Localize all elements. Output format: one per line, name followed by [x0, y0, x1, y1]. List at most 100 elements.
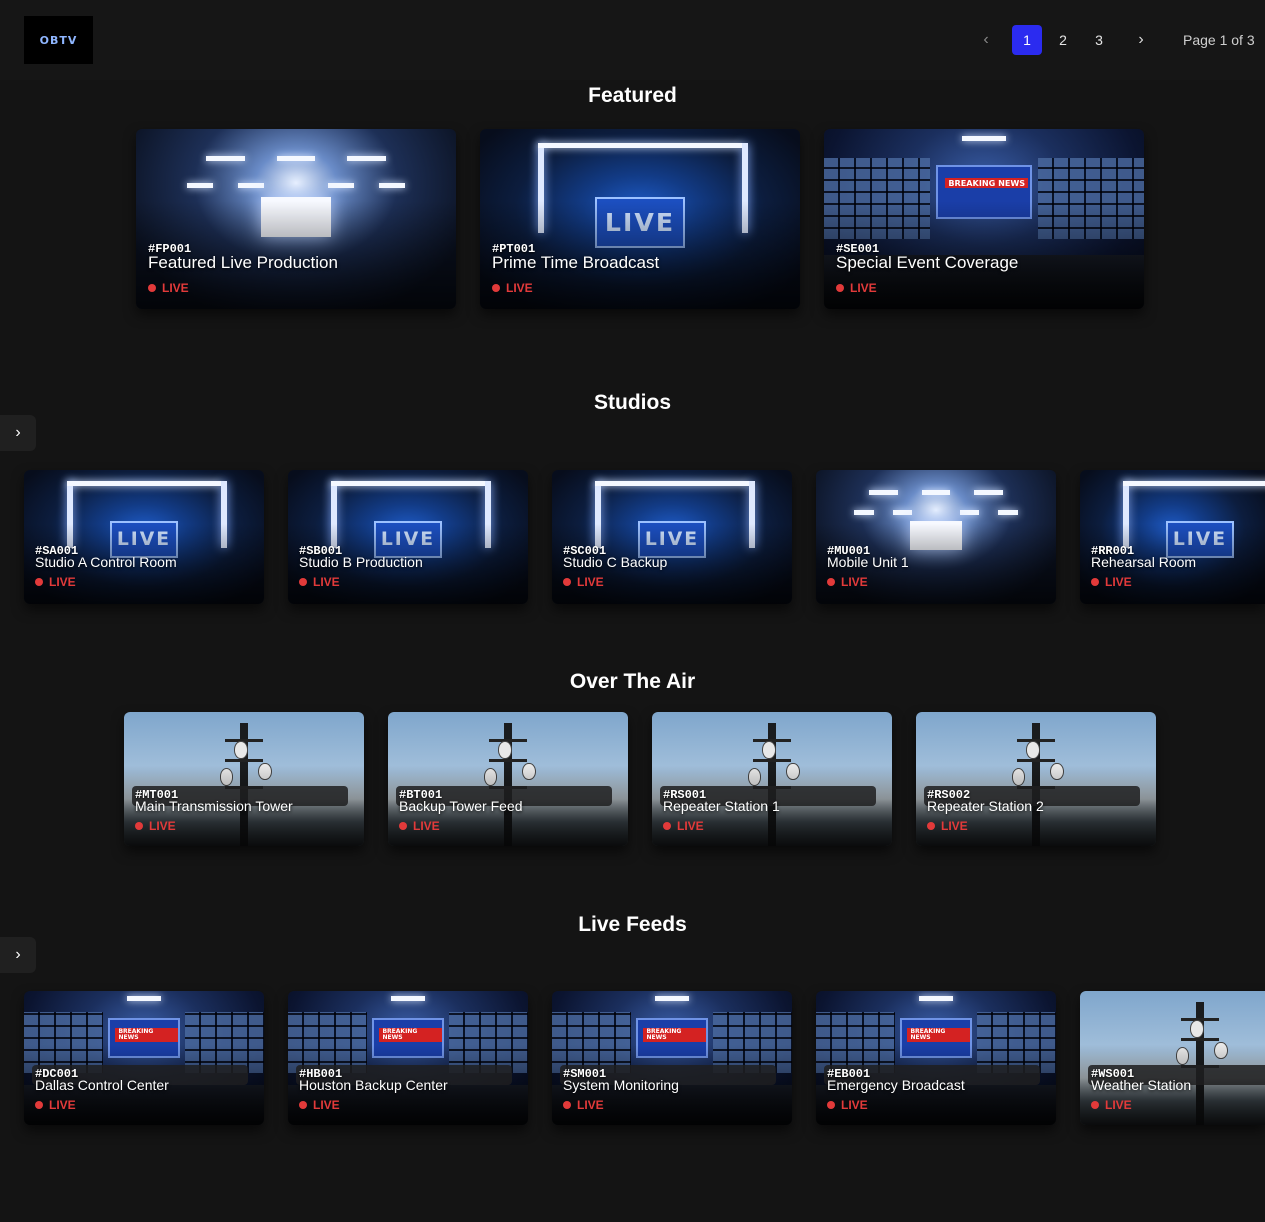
chevron-right-icon: › [15, 946, 21, 963]
live-status: LIVE [299, 1098, 340, 1112]
stream-card[interactable]: BREAKING NEWS#SM001System MonitoringLIVE [552, 991, 792, 1125]
live-dot-icon [663, 821, 671, 830]
live-feeds-scroll-button[interactable]: › [0, 937, 36, 973]
live-dot-icon [827, 1100, 835, 1109]
live-label: LIVE [162, 281, 189, 295]
next-page-button[interactable]: › [1126, 25, 1156, 55]
live-status: LIVE [35, 575, 76, 589]
live-label: LIVE [49, 1097, 76, 1112]
stream-card[interactable]: #BT001 Backup Tower Feed LIVE [388, 712, 628, 846]
page-status: Page 1 of 3 [1183, 32, 1255, 48]
live-label: LIVE [413, 818, 440, 833]
live-label: LIVE [313, 574, 340, 589]
prev-page-button[interactable]: ‹ [971, 25, 1001, 55]
live-status: LIVE [399, 819, 440, 833]
live-label: LIVE [677, 818, 704, 833]
live-label: LIVE [1105, 574, 1132, 589]
live-status: LIVE [827, 1098, 868, 1112]
stream-name: Emergency Broadcast [827, 1076, 965, 1093]
stream-name: Mobile Unit 1 [827, 553, 909, 570]
logo-text: OBTV [39, 33, 78, 47]
stream-name: Houston Backup Center [299, 1076, 448, 1093]
section-title-live-feeds: Live Feeds [578, 913, 687, 936]
stream-card[interactable]: LIVE#SA001Studio A Control RoomLIVE [24, 470, 264, 604]
stream-card[interactable]: LIVE#SB001Studio B ProductionLIVE [288, 470, 528, 604]
live-label: LIVE [49, 574, 76, 589]
stream-name: Special Event Coverage [836, 253, 1019, 272]
live-label: LIVE [506, 281, 533, 295]
section-title-featured: Featured [588, 84, 677, 107]
live-label: LIVE [577, 1097, 604, 1112]
live-status: LIVE [1091, 1098, 1132, 1112]
live-status: LIVE [148, 281, 189, 295]
live-status: LIVE [492, 281, 533, 295]
live-dot-icon [563, 1100, 571, 1109]
stream-card[interactable]: BREAKING NEWS#SE001Special Event Coverag… [824, 129, 1144, 309]
stream-card[interactable]: BREAKING NEWS#HB001Houston Backup Center… [288, 991, 528, 1125]
live-label: LIVE [1105, 1097, 1132, 1112]
stream-card[interactable]: #FP001 Featured Live Production LIVE [136, 129, 456, 309]
live-dot-icon [35, 577, 43, 586]
live-dot-icon [299, 1100, 307, 1109]
live-status: LIVE [135, 819, 176, 833]
live-dot-icon [836, 284, 844, 292]
live-dot-icon [492, 284, 500, 292]
chevron-left-icon: ‹ [983, 31, 989, 48]
live-label: LIVE [941, 818, 968, 833]
live-status: LIVE [927, 819, 968, 833]
stream-name: Rehearsal Room [1091, 553, 1197, 570]
live-status: LIVE [836, 281, 877, 295]
stream-name: Studio A Control Room [35, 553, 177, 570]
live-dot-icon [1091, 1100, 1099, 1109]
live-dot-icon [827, 577, 835, 586]
live-dot-icon [35, 1100, 43, 1109]
stream-name: Main Transmission Tower [135, 797, 293, 814]
live-status: LIVE [563, 1098, 604, 1112]
page-button-1[interactable]: 1 [1012, 25, 1042, 55]
stream-name: Studio B Production [299, 553, 423, 570]
stream-card[interactable]: #MU001 Mobile Unit 1 LIVE [816, 470, 1056, 604]
page-button-3[interactable]: 3 [1084, 25, 1114, 55]
stream-card[interactable]: #MT001 Main Transmission Tower LIVE [124, 712, 364, 846]
page-button-2[interactable]: 2 [1048, 25, 1078, 55]
stream-card[interactable]: LIVE#RR001Rehearsal RoomLIVE [1080, 470, 1265, 604]
stream-card[interactable]: #RS002 Repeater Station 2 LIVE [916, 712, 1156, 846]
stream-name: Backup Tower Feed [399, 797, 523, 814]
live-label: LIVE [841, 574, 868, 589]
logo[interactable]: OBTV [24, 16, 93, 64]
stream-card[interactable]: LIVE#PT001Prime Time BroadcastLIVE [480, 129, 800, 309]
stream-name: Prime Time Broadcast [492, 253, 660, 272]
stream-card[interactable]: BREAKING NEWS#EB001Emergency BroadcastLI… [816, 991, 1056, 1125]
live-dot-icon [299, 577, 307, 586]
live-status: LIVE [1091, 575, 1132, 589]
live-dot-icon [563, 577, 571, 586]
live-status: LIVE [35, 1098, 76, 1112]
live-dot-icon [148, 284, 156, 292]
stream-name: System Monitoring [563, 1076, 679, 1093]
studios-scroll-button[interactable]: › [0, 415, 36, 451]
live-status: LIVE [563, 575, 604, 589]
live-status: LIVE [827, 575, 868, 589]
stream-card[interactable]: BREAKING NEWS#DC001Dallas Control Center… [24, 991, 264, 1125]
live-label: LIVE [149, 818, 176, 833]
live-label: LIVE [841, 1097, 868, 1112]
stream-name: Studio C Backup [563, 553, 668, 570]
live-dot-icon [399, 821, 407, 830]
stream-name: Weather Station [1091, 1076, 1192, 1093]
live-dot-icon [927, 821, 935, 830]
stream-name: Dallas Control Center [35, 1076, 169, 1093]
live-status: LIVE [663, 819, 704, 833]
live-dot-icon [135, 821, 143, 830]
stream-name: Featured Live Production [148, 253, 338, 272]
stream-card[interactable]: #WS001 Weather Station LIVE [1080, 991, 1265, 1125]
section-title-studios: Studios [594, 391, 671, 414]
stream-name: Repeater Station 1 [663, 797, 780, 814]
stream-card[interactable]: #RS001 Repeater Station 1 LIVE [652, 712, 892, 846]
live-label: LIVE [850, 281, 877, 295]
live-label: LIVE [313, 1097, 340, 1112]
stream-name: Repeater Station 2 [927, 797, 1044, 814]
live-status: LIVE [299, 575, 340, 589]
chevron-right-icon: › [15, 424, 21, 441]
live-label: LIVE [577, 574, 604, 589]
stream-card[interactable]: LIVE#SC001Studio C BackupLIVE [552, 470, 792, 604]
